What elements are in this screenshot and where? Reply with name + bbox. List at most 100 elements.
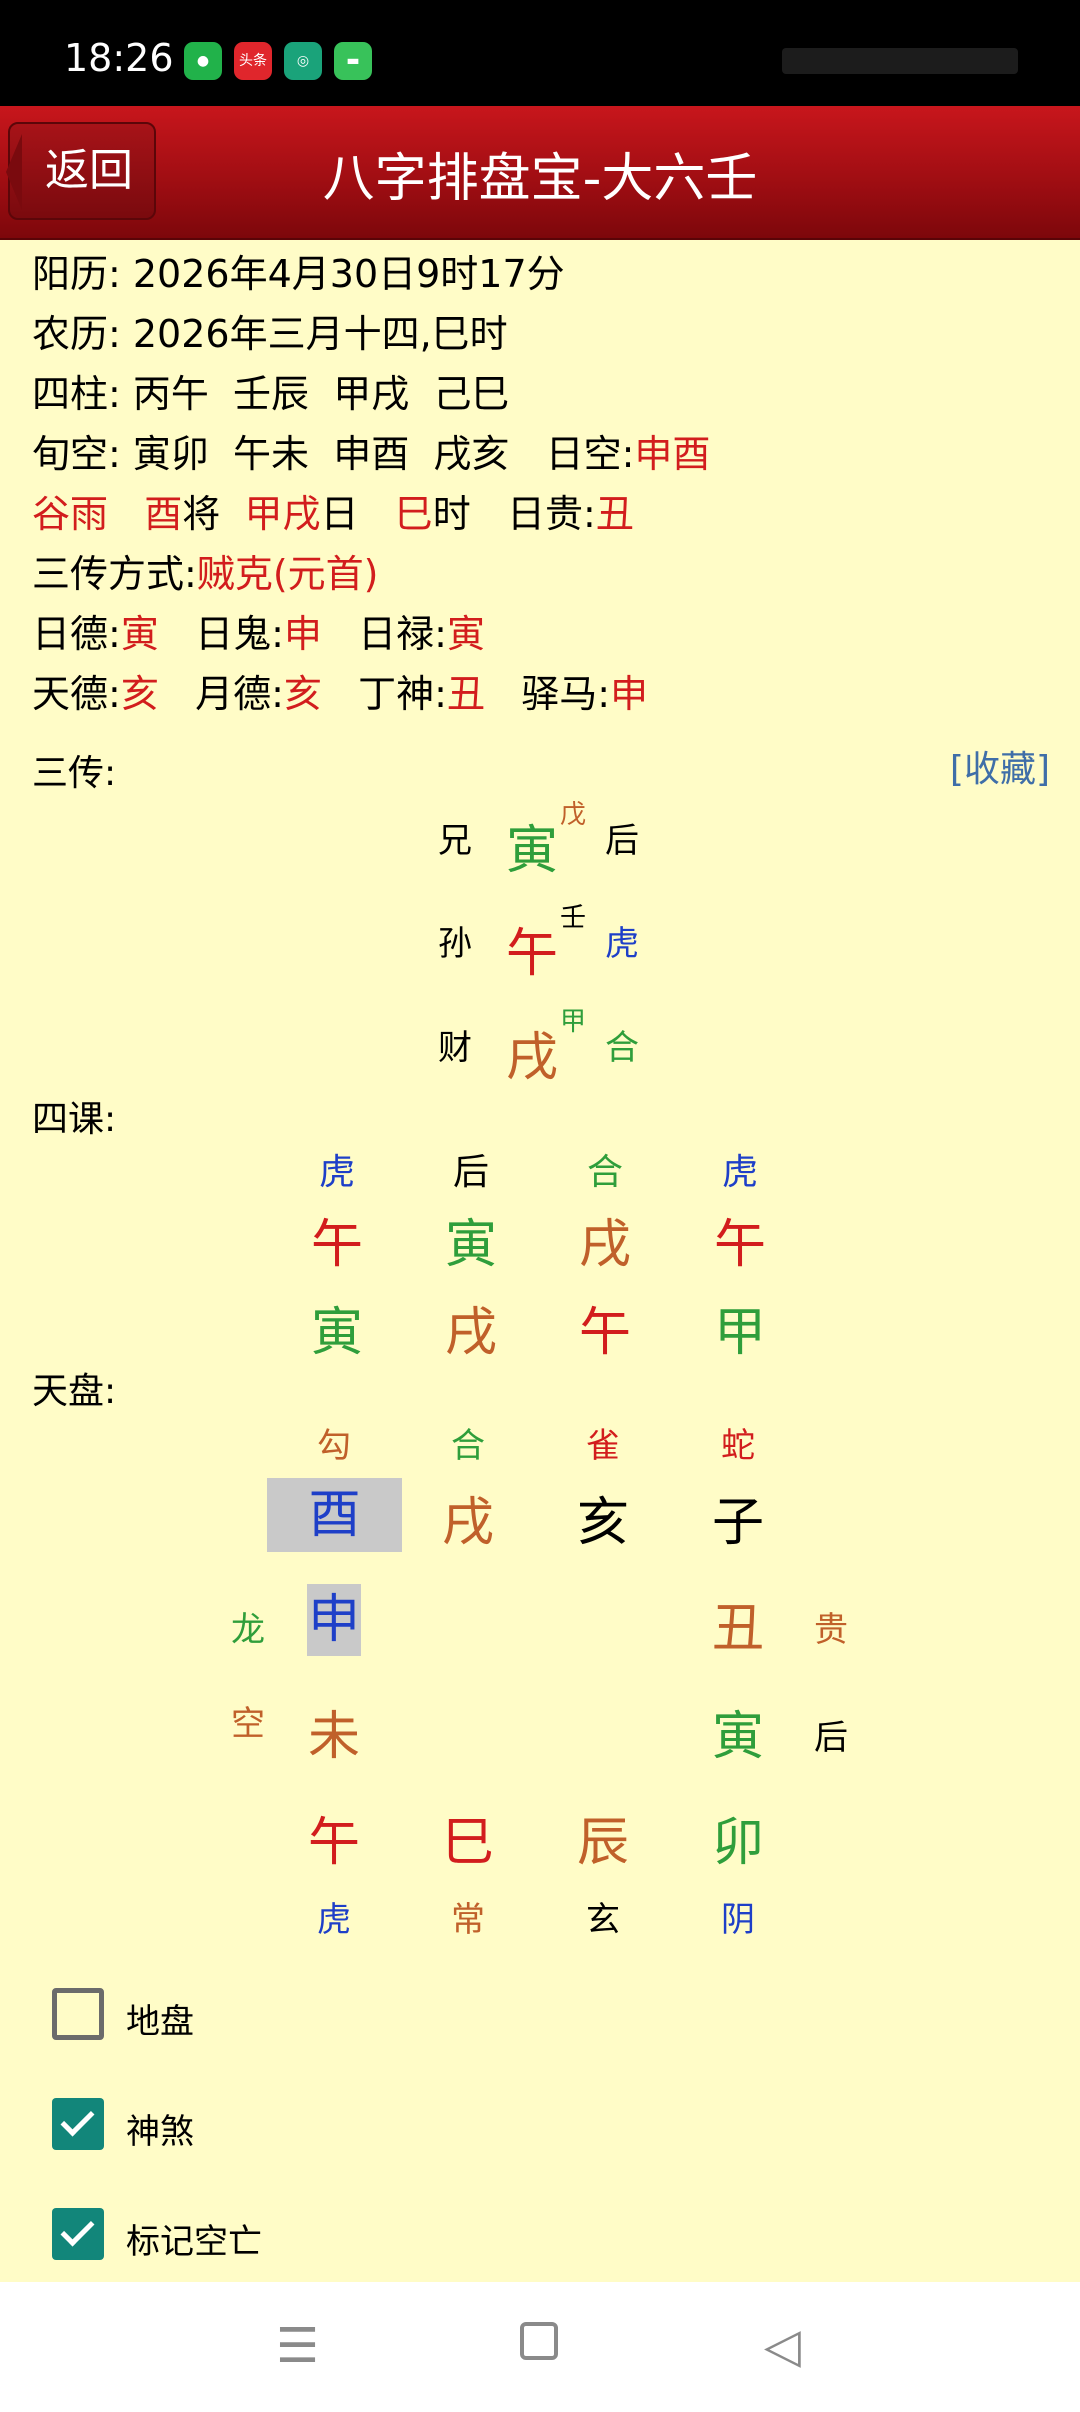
rigui2-value: 申 (283, 612, 322, 656)
tianpan-general: 雀 (586, 1426, 620, 1466)
ride-label: 日德: (32, 612, 121, 656)
system-status-icons (782, 48, 1018, 74)
wechat-icon: ● (184, 42, 222, 80)
shensha-label[interactable]: 神煞 (126, 2104, 194, 2153)
notification-icons: ● 头条 ◎ ▬ (184, 42, 372, 80)
sanchuan-relation: 孙 (438, 924, 472, 964)
tianpan-branch: 亥 (576, 1493, 629, 1553)
home-icon[interactable] (520, 2322, 558, 2360)
hour-branch: 巳 (394, 492, 433, 536)
tianpan-general: 合 (451, 1426, 485, 1466)
term-line: 谷雨 酉将 甲戌日 巳时 日贵:丑 (32, 492, 634, 536)
tiande-label: 天德: (32, 672, 121, 716)
tianpan-branch: 子 (711, 1493, 764, 1553)
sanchuan-relation: 财 (438, 1028, 472, 1068)
sike-general: 后 (452, 1152, 489, 1193)
dipan-checkbox[interactable] (52, 1988, 104, 2040)
sanchuan-general: 合 (605, 1028, 639, 1068)
toutiao-icon: 头条 (234, 42, 272, 80)
tianpan-general: 阴 (721, 1900, 755, 1940)
mark-kongwang-label[interactable]: 标记空亡 (126, 2214, 262, 2263)
tiande-value: 亥 (120, 672, 159, 716)
tianpan-branch: 卯 (711, 1813, 764, 1873)
xunkong-line: 旬空: 寅卯 午未 申酉 戌亥 日空:申酉 (32, 432, 710, 476)
sike-general: 合 (586, 1152, 623, 1193)
tianpan-branch: 戌 (441, 1493, 494, 1553)
sike-upper: 戌 (578, 1215, 631, 1275)
page-title: 八字排盘宝-大六壬 (322, 149, 758, 209)
sanchuan-general: 后 (605, 821, 639, 861)
ride-value: 寅 (120, 612, 159, 656)
dipan-label[interactable]: 地盘 (126, 1994, 194, 2043)
sanchuan-relation: 兄 (438, 821, 472, 861)
tianpan-general: 后 (814, 1718, 848, 1758)
tianpan-branch: 巳 (441, 1813, 494, 1873)
method-label: 三传方式: (32, 552, 197, 596)
tianpan-branch: 寅 (711, 1707, 764, 1767)
sanchuan-general: 虎 (605, 924, 639, 964)
solar-term: 谷雨 (32, 492, 109, 536)
favorite-link[interactable]: [收藏] (950, 740, 1050, 792)
yuede-label: 月德: (195, 672, 284, 716)
day-ganzhi: 甲戌 (244, 492, 321, 536)
menu-icon[interactable]: ☰ (276, 2318, 319, 2374)
sike-lower: 甲 (713, 1303, 766, 1363)
tianpan-label: 天盘: (32, 1371, 117, 1412)
tianpan-general: 常 (451, 1900, 485, 1940)
sike-label: 四课: (32, 1099, 117, 1140)
jiang-branch: 酉 (144, 492, 183, 536)
tianpan-branch-empty-marked: 酉 (267, 1478, 402, 1552)
sanchuan-label: 三传: (32, 753, 117, 794)
method-line: 三传方式:贼克(元首) (32, 552, 378, 596)
yima-value: 申 (610, 672, 649, 716)
de-line: 日德:寅 日鬼:申 日禄:寅 (32, 612, 485, 656)
tianpan-general: 龙 (231, 1610, 265, 1650)
jiang-label: 将 (182, 492, 221, 536)
sike-lower: 午 (578, 1303, 631, 1363)
app-swirl-icon: ◎ (284, 42, 322, 80)
sike-upper: 午 (310, 1215, 363, 1275)
title-bar: 返回 八字排盘宝-大六壬 (0, 106, 1080, 240)
dingshen-label: 丁神: (358, 672, 447, 716)
tianpan-branch-empty-marked: 申 (307, 1584, 361, 1656)
dingshen-value: 丑 (446, 672, 485, 716)
day-label: 日 (320, 492, 359, 536)
rilu-value: 寅 (446, 612, 485, 656)
tianpan-branch: 午 (307, 1813, 360, 1873)
xunkong-text: 旬空: 寅卯 午未 申酉 戌亥 日空: (32, 432, 635, 476)
rikong-value: 申酉 (634, 432, 711, 476)
sike-upper: 寅 (444, 1215, 497, 1275)
status-bar: 18:26 ● 头条 ◎ ▬ (0, 0, 1080, 106)
navigation-bar: ☰ ◁ (0, 2282, 1080, 2412)
four-pillars: 四柱: 丙午 壬辰 甲戌 己巳 (32, 372, 510, 416)
rigui-value: 丑 (595, 492, 634, 536)
tianpan-general: 虎 (317, 1900, 351, 1940)
shensha-checkbox[interactable] (52, 2098, 104, 2150)
tianpan-general: 玄 (586, 1900, 620, 1940)
tianpan-branch: 辰 (576, 1813, 629, 1873)
tianpan-general: 空 (231, 1704, 265, 1744)
hour-label: 时 (432, 492, 471, 536)
solar-date: 阳历: 2026年4月30日9时17分 (32, 252, 565, 296)
rigui-label: 日贵: (507, 492, 596, 536)
tianpan-general: 勾 (317, 1426, 351, 1466)
rilu-label: 日禄: (358, 612, 447, 656)
yima-label: 驿马: (521, 672, 611, 716)
lunar-date: 农历: 2026年三月十四,巳时 (32, 312, 508, 356)
status-time: 18:26 (64, 36, 174, 80)
sike-upper: 午 (713, 1215, 766, 1275)
tianpan-branch: 丑 (711, 1599, 764, 1659)
tianpan-general: 贵 (814, 1610, 848, 1650)
mark-kongwang-checkbox[interactable] (52, 2208, 104, 2260)
sike-lower: 戌 (444, 1303, 497, 1363)
back-triangle-icon[interactable]: ◁ (764, 2318, 801, 2374)
tianpan-branch: 未 (307, 1707, 360, 1767)
yuede-value: 亥 (283, 672, 322, 716)
sike-lower: 寅 (310, 1303, 363, 1363)
method-value: 贼克(元首) (196, 552, 379, 596)
tianpan-general: 蛇 (721, 1426, 755, 1466)
tiande-line: 天德:亥 月德:亥 丁神:丑 驿马:申 (32, 672, 648, 716)
sike-general: 虎 (318, 1152, 355, 1193)
message-icon: ▬ (334, 42, 372, 80)
sike-general: 虎 (721, 1152, 758, 1193)
